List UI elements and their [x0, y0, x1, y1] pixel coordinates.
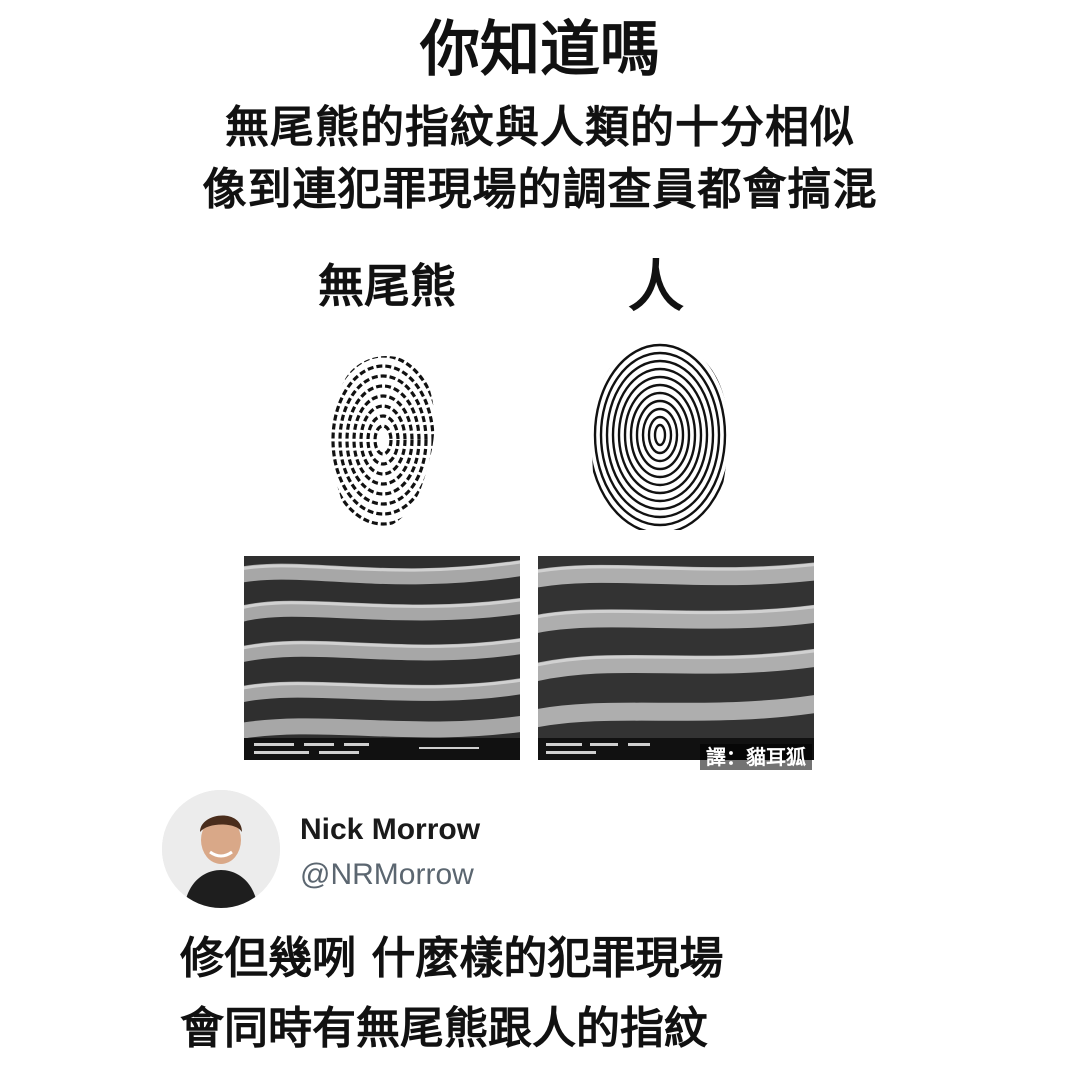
tweet-text-line-1: 修但幾咧 什麼樣的犯罪現場: [180, 933, 724, 984]
human-fingerprint-graphic: [592, 343, 729, 530]
human-micrograph-image: [538, 556, 814, 760]
human-label: 人: [628, 255, 684, 320]
human-micrograph-graphic: [538, 556, 814, 760]
human-fingerprint-image: [580, 335, 740, 535]
koala-micrograph-graphic: [244, 556, 520, 760]
avatar[interactable]: [162, 790, 280, 908]
subtitle-line-2: 像到連犯罪現場的調查員都會搞混: [202, 164, 878, 215]
koala-label: 無尾熊: [318, 259, 456, 313]
author-name[interactable]: Nick Morrow: [300, 810, 480, 850]
author-handle[interactable]: @NRMorrow: [300, 855, 474, 895]
koala-micrograph-image: [244, 556, 520, 760]
tweet-text-line-2: 會同時有無尾熊跟人的指紋: [180, 1003, 708, 1054]
page-title: 你知道嗎: [420, 15, 660, 85]
avatar-graphic: [162, 790, 280, 908]
translator-credit: 譯：貓耳狐: [700, 744, 812, 770]
subtitle-line-1: 無尾熊的指紋與人類的十分相似: [225, 102, 855, 153]
koala-fingerprint-image: [318, 345, 448, 535]
koala-fingerprint-graphic: [329, 356, 435, 526]
